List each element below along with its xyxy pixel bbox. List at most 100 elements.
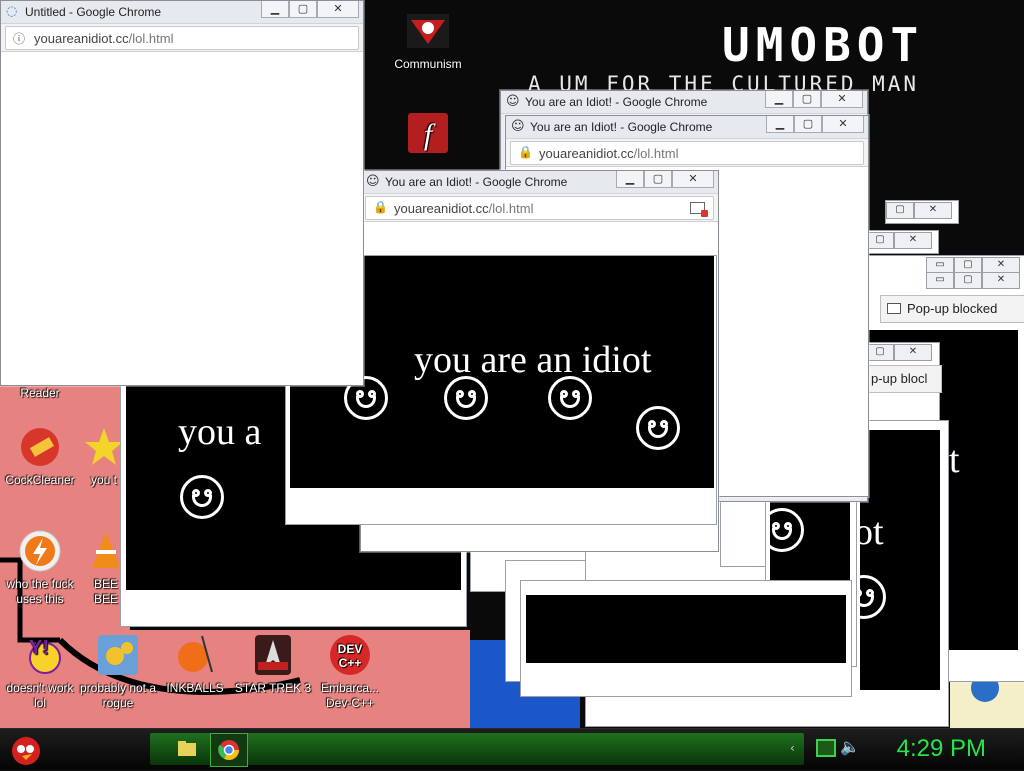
tray-chevron-icon[interactable]: ‹ bbox=[790, 741, 795, 755]
window-titlebar[interactable]: ◌ Untitled - Google Chrome ▁ ▢ ✕ bbox=[1, 1, 363, 24]
network-icon[interactable] bbox=[816, 739, 836, 757]
brand-title: UMOBOT bbox=[722, 18, 925, 72]
address-bar[interactable]: 🔒 youareanidiot.cc/lol.html bbox=[506, 139, 868, 167]
maximize-button[interactable]: ▢ bbox=[289, 1, 317, 18]
chrome-window-untitled[interactable]: ◌ Untitled - Google Chrome ▁ ▢ ✕ ⓘ youar… bbox=[0, 0, 364, 386]
desktop-icon-rogue[interactable]: probably not a rogue bbox=[78, 632, 158, 711]
window-controls[interactable]: ▁ ▢ ✕ bbox=[766, 116, 864, 134]
smiley-icon bbox=[180, 475, 224, 519]
window-controls[interactable]: ▢✕ bbox=[866, 344, 932, 361]
communism-icon bbox=[405, 8, 451, 54]
window-controls[interactable]: ▢✕ bbox=[886, 202, 952, 219]
desktop-icon-you[interactable]: you t bbox=[84, 424, 124, 488]
window-controls[interactable]: ▁ ▢ ✕ bbox=[765, 91, 863, 109]
taskbar: ‹ 🔈 4:29 PM bbox=[0, 728, 1024, 769]
angry-birds-start-icon bbox=[12, 736, 40, 765]
cleaner-brush-icon bbox=[17, 424, 63, 470]
maximize-button[interactable]: ▢ bbox=[793, 91, 821, 108]
window-title: You are an Idiot! - Google Chrome bbox=[525, 95, 708, 109]
popup-blocked-bar[interactable]: p-up blocl bbox=[866, 365, 942, 393]
desktop-icon-label: doesn't work lol bbox=[6, 681, 74, 710]
close-button[interactable]: ✕ bbox=[317, 1, 359, 18]
svg-text:DEV: DEV bbox=[338, 642, 363, 656]
chrome-taskbar-button[interactable] bbox=[210, 733, 248, 767]
desktop-icon-voy[interactable]: f bbox=[388, 110, 468, 159]
minimize-button[interactable]: ▁ bbox=[616, 171, 644, 188]
minimize-button[interactable]: ▁ bbox=[765, 91, 793, 108]
window-controls[interactable]: ▢✕ bbox=[866, 232, 932, 249]
lock-icon: 🔒 bbox=[373, 200, 388, 214]
loading-spinner-icon: ◌ bbox=[6, 4, 18, 19]
window-titlebar[interactable]: ☺ You are an Idiot! - Google Chrome ▁ ▢ … bbox=[361, 171, 718, 194]
window-title: You are an Idiot! - Google Chrome bbox=[530, 120, 713, 134]
desktop-icon-label: probably not a rogue bbox=[79, 681, 157, 710]
omnibox[interactable]: ⓘ youareanidiot.cc/lol.html bbox=[5, 26, 359, 50]
smiley-icon bbox=[444, 376, 488, 420]
window-titlebar[interactable]: ☺ You are an Idiot! - Google Chrome ▁ ▢ … bbox=[501, 91, 867, 114]
window-controls[interactable]: ▁ ▢ ✕ bbox=[261, 1, 359, 19]
window-title: You are an Idiot! - Google Chrome bbox=[385, 175, 568, 189]
window-controls[interactable]: ▁ ▢ ✕ bbox=[616, 171, 714, 189]
desktop-icon-cockcleaner[interactable]: CockCleaner bbox=[0, 424, 80, 488]
taskbar-clock[interactable]: 4:29 PM bbox=[897, 735, 986, 763]
explorer-folder-icon[interactable] bbox=[176, 737, 198, 759]
info-icon: ⓘ bbox=[13, 32, 26, 46]
desktop-icon-reader[interactable]: Reader bbox=[0, 386, 80, 401]
desktop: UMOBOT A UM FOR THE CULTURED MAN Communi… bbox=[0, 0, 1024, 728]
close-button[interactable]: ✕ bbox=[821, 91, 863, 108]
window-title: Untitled - Google Chrome bbox=[25, 5, 162, 19]
desktop-icon-label: Embarca... Dev-C++ bbox=[320, 681, 380, 710]
idiot-text: you a bbox=[178, 411, 262, 453]
close-button[interactable]: ✕ bbox=[672, 171, 714, 188]
address-bar[interactable]: 🔒 youareanidiot.cc/lol.html bbox=[361, 194, 718, 222]
url-text[interactable]: youareanidiot.cc/lol.html bbox=[394, 201, 533, 216]
popup-blocked-icon[interactable] bbox=[690, 202, 708, 217]
desktop-icon-devcpp[interactable]: DEV C++ Embarca... Dev-C++ bbox=[310, 632, 390, 711]
smiley-favicon-icon: ☺ bbox=[511, 119, 525, 134]
page-content bbox=[1, 52, 363, 385]
minimize-button[interactable]: ▁ bbox=[261, 1, 289, 18]
desktop-icon-who-uses-this[interactable]: who the fuck uses this bbox=[0, 528, 80, 607]
smiley-icon bbox=[636, 406, 680, 450]
url-text[interactable]: youareanidiot.cc/lol.html bbox=[34, 31, 173, 46]
window-controls[interactable]: ▭ ▢ ✕ bbox=[926, 272, 1020, 289]
idiot-text: ot bbox=[860, 511, 884, 553]
address-bar[interactable]: ⓘ youareanidiot.cc/lol.html bbox=[1, 24, 363, 52]
idiot-text: you are an idiot bbox=[414, 339, 652, 381]
smiley-icon bbox=[770, 508, 804, 552]
smiley-icon bbox=[548, 376, 592, 420]
taskbar-glow bbox=[150, 733, 804, 765]
url-text[interactable]: youareanidiot.cc/lol.html bbox=[539, 146, 678, 161]
dev-cpp-icon: DEV C++ bbox=[327, 632, 373, 678]
chrome-icon bbox=[218, 740, 239, 760]
lightning-icon bbox=[17, 528, 63, 574]
maximize-button[interactable]: ▢ bbox=[794, 116, 822, 133]
desktop-icon-label: INKBALLS bbox=[166, 681, 224, 695]
svg-text:Y!: Y! bbox=[29, 637, 49, 659]
desktop-icon-label: Reader bbox=[20, 386, 60, 400]
start-button[interactable] bbox=[8, 731, 44, 767]
yahoo-messenger-icon: Y! bbox=[17, 632, 63, 678]
window-controls[interactable]: ▭ ▢ ✕ bbox=[926, 257, 1020, 274]
omnibox[interactable]: 🔒 youareanidiot.cc/lol.html bbox=[365, 196, 714, 220]
volume-icon[interactable]: 🔈 bbox=[840, 737, 860, 756]
desktop-icon-label: Communism bbox=[394, 57, 462, 71]
minimize-button[interactable]: ▁ bbox=[766, 116, 794, 133]
popup-blocked-icon bbox=[887, 303, 901, 314]
desktop-icon-star-trek[interactable]: STAR TREK 3 bbox=[233, 632, 313, 696]
desktop-icon-communism[interactable]: Communism bbox=[388, 8, 468, 72]
popup-blocked-bar[interactable]: Pop-up blocked bbox=[880, 295, 1024, 323]
lock-icon: 🔒 bbox=[518, 145, 533, 159]
popup-blocked-label: p-up blocl bbox=[871, 371, 928, 386]
smiley-icon bbox=[860, 575, 886, 619]
maximize-button[interactable]: ▢ bbox=[644, 171, 672, 188]
smiley-favicon-icon: ☺ bbox=[366, 174, 380, 189]
star-icon bbox=[84, 424, 124, 470]
desktop-icon-yahoo[interactable]: Y! doesn't work lol bbox=[0, 632, 80, 711]
desktop-icon-inkballs[interactable]: INKBALLS bbox=[155, 632, 235, 696]
window-titlebar[interactable]: ☺ You are an Idiot! - Google Chrome ▁ ▢ … bbox=[506, 116, 868, 139]
close-button[interactable]: ✕ bbox=[822, 116, 864, 133]
flash-icon: f bbox=[405, 110, 451, 156]
omnibox[interactable]: 🔒 youareanidiot.cc/lol.html bbox=[510, 141, 864, 165]
idiot-content bbox=[526, 595, 846, 663]
